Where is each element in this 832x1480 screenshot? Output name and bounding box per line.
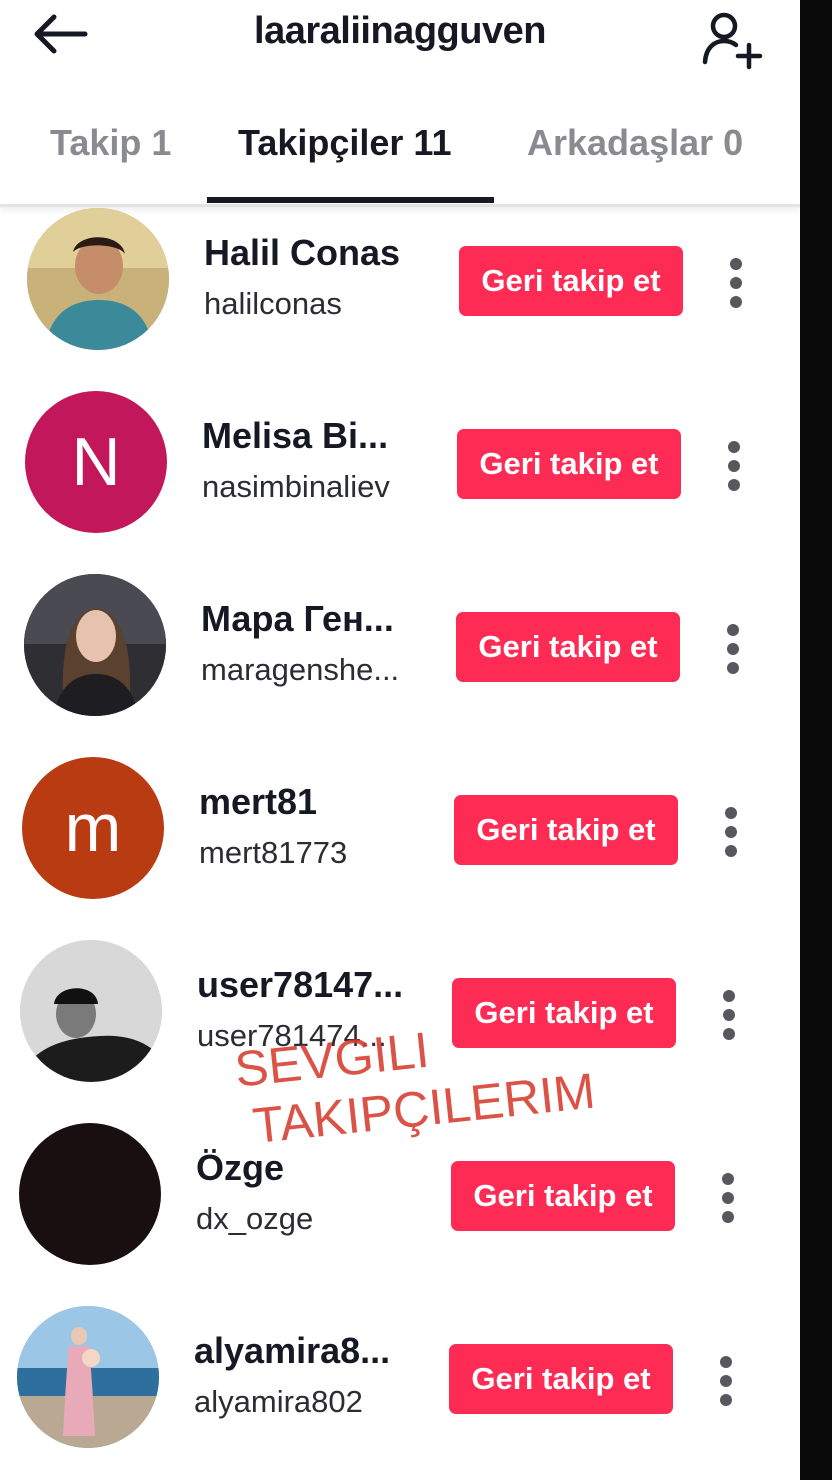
- avatar[interactable]: [19, 1123, 161, 1265]
- profile-photo: [20, 940, 162, 1082]
- profile-photo: [17, 1306, 159, 1448]
- user-display-name: Melisa Bi...: [202, 415, 389, 456]
- profile-photo: [24, 574, 166, 716]
- device-edge: [800, 0, 832, 1480]
- arrow-left-icon: [34, 14, 88, 54]
- user-display-name: Halil Conas: [204, 232, 401, 273]
- user-handle: nasimbinaliev: [202, 469, 390, 504]
- user-handle: maragenshe...: [201, 652, 400, 687]
- user-display-name: Özge: [196, 1147, 285, 1188]
- more-options-button[interactable]: [712, 787, 752, 867]
- list-item[interactable]: m mert81 mert81773 Geri takip et: [22, 757, 742, 907]
- list-item[interactable]: Мара Ген... maragenshe... Geri takip et: [24, 574, 744, 724]
- back-button[interactable]: [30, 12, 90, 56]
- user-handle: alyamira802: [194, 1384, 363, 1419]
- user-handle: dx_ozge: [196, 1201, 314, 1236]
- more-options-button[interactable]: [717, 238, 757, 318]
- active-tab-indicator: [207, 197, 494, 203]
- profile-photo: [27, 208, 169, 350]
- list-item[interactable]: user78147... user781474... Geri takip et: [20, 940, 740, 1090]
- more-options-button[interactable]: [714, 604, 754, 684]
- more-options-button[interactable]: [707, 1336, 747, 1416]
- avatar[interactable]: m: [22, 757, 164, 899]
- follow-back-button[interactable]: Geri takip et: [451, 1161, 675, 1231]
- avatar[interactable]: [20, 940, 162, 1082]
- add-user-icon: [702, 12, 763, 70]
- more-options-button[interactable]: [709, 1153, 749, 1233]
- user-display-name: Мара Ген...: [201, 598, 394, 639]
- tab-followers[interactable]: Takipçiler 11: [238, 122, 451, 164]
- follow-back-button[interactable]: Geri takip et: [456, 612, 680, 682]
- top-bar: laaraliinagguven: [0, 0, 800, 75]
- avatar[interactable]: [24, 574, 166, 716]
- avatar-initial: m: [64, 790, 122, 866]
- list-item[interactable]: Halil Conas halilconas Geri takip et: [27, 208, 747, 358]
- follow-back-button[interactable]: Geri takip et: [454, 795, 678, 865]
- list-item[interactable]: Özge dx_ozge Geri takip et: [19, 1123, 739, 1273]
- more-options-button[interactable]: [710, 970, 750, 1050]
- page-title: laaraliinagguven: [254, 10, 546, 52]
- user-handle: halilconas: [204, 286, 342, 321]
- user-display-name: user78147...: [197, 964, 404, 1005]
- follow-back-button[interactable]: Geri takip et: [459, 246, 683, 316]
- follow-back-button[interactable]: Geri takip et: [457, 429, 681, 499]
- follow-back-button[interactable]: Geri takip et: [452, 978, 676, 1048]
- tab-bar: Takip 1 Takipçiler 11 Arkadaşlar 0: [0, 100, 800, 207]
- avatar[interactable]: N: [25, 391, 167, 533]
- add-friend-button[interactable]: [698, 10, 768, 70]
- follow-back-button[interactable]: Geri takip et: [449, 1344, 673, 1414]
- list-item[interactable]: alyamira8... alyamira802 Geri takip et: [17, 1306, 737, 1456]
- more-options-button[interactable]: [715, 421, 755, 501]
- tab-following[interactable]: Takip 1: [50, 122, 171, 164]
- list-item[interactable]: N Melisa Bi... nasimbinaliev Geri takip …: [25, 391, 745, 541]
- user-display-name: mert81: [199, 781, 318, 822]
- user-handle: user781474...: [197, 1018, 387, 1053]
- avatar[interactable]: [17, 1306, 159, 1448]
- tab-friends[interactable]: Arkadaşlar 0: [527, 122, 743, 164]
- user-display-name: alyamira8...: [194, 1330, 391, 1371]
- user-handle: mert81773: [199, 835, 348, 870]
- followers-screen: laaraliinagguven Takip 1 Takipçiler 11 A…: [0, 0, 800, 1480]
- avatar[interactable]: [27, 208, 169, 350]
- avatar-initial: N: [71, 424, 121, 500]
